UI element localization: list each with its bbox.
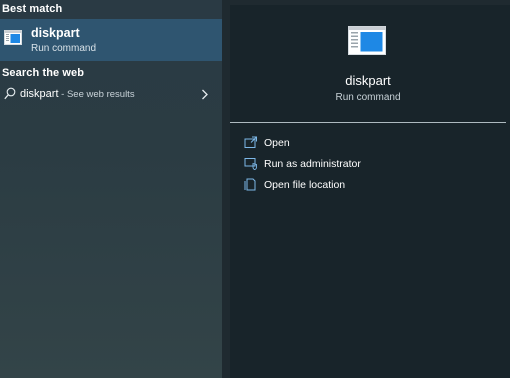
search-web-heading: Search the web [2,67,85,79]
best-match-name: diskpart [31,26,80,40]
best-match-heading: Best match [2,3,63,15]
file-location-icon [244,178,256,191]
action-open-file-location[interactable]: Open file location [244,177,484,195]
action-open[interactable]: Open [244,135,484,153]
web-search-result[interactable]: diskpart - See web results [0,84,222,106]
start-search-results: Best match diskpart Run command Search t… [0,0,510,378]
web-query: diskpart [20,88,59,100]
action-run-as-admin[interactable]: Run as administrator [244,156,484,174]
detail-pane: diskpart Run command Open Run as adminis… [230,5,510,378]
shield-admin-icon [244,158,257,170]
web-result-text: diskpart - See web results [20,88,135,100]
action-run-as-admin-label: Run as administrator [264,158,361,170]
web-results-suffix: - See web results [58,89,135,100]
best-match-subtitle: Run command [31,43,97,54]
detail-app-name: diskpart [345,73,391,88]
divider [230,122,506,123]
action-open-label: Open [264,137,290,149]
run-command-large-icon [348,26,386,55]
best-match-item-diskpart[interactable]: diskpart Run command [0,19,222,61]
search-icon [4,87,16,100]
detail-app-subtitle: Run command [335,92,401,103]
chevron-right-icon[interactable] [201,89,209,100]
open-icon [244,136,257,148]
action-open-file-location-label: Open file location [264,179,346,191]
results-pane: Best match diskpart Run command Search t… [0,0,222,378]
run-command-app-icon [4,30,22,45]
